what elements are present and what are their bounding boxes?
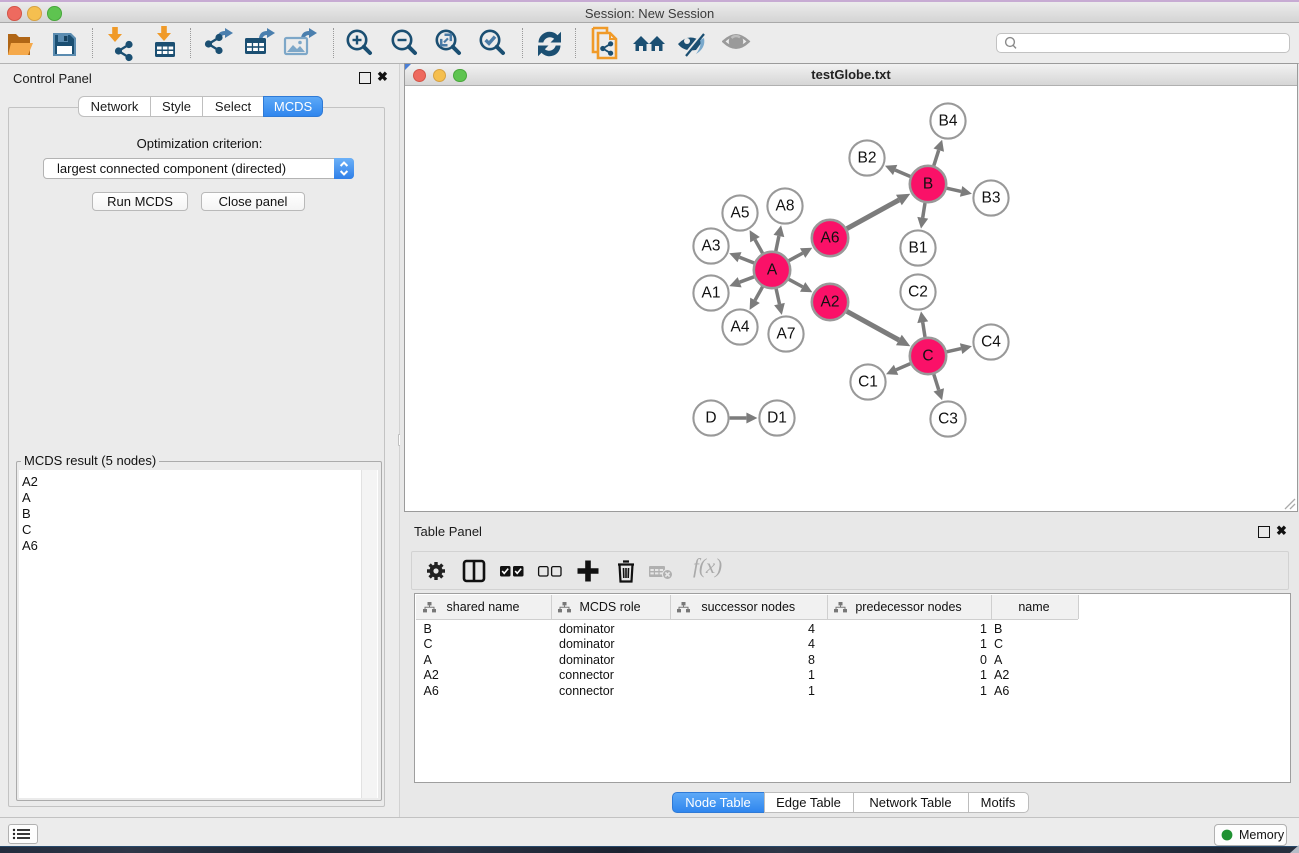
svg-text:C4: C4 xyxy=(981,334,1001,351)
svg-text:A2: A2 xyxy=(821,294,840,311)
svg-text:A7: A7 xyxy=(777,326,796,343)
svg-text:C: C xyxy=(922,348,933,365)
svg-text:A5: A5 xyxy=(731,205,750,222)
svg-text:A1: A1 xyxy=(702,285,721,302)
svg-text:B: B xyxy=(923,176,933,193)
svg-text:B1: B1 xyxy=(909,240,928,257)
svg-text:B2: B2 xyxy=(858,150,877,167)
svg-text:C1: C1 xyxy=(858,374,878,391)
svg-text:D: D xyxy=(705,410,716,427)
svg-text:A6: A6 xyxy=(821,230,840,247)
svg-text:A8: A8 xyxy=(776,198,795,215)
svg-text:D1: D1 xyxy=(767,410,787,427)
svg-text:C2: C2 xyxy=(908,284,928,301)
svg-text:A: A xyxy=(767,262,778,279)
svg-text:B3: B3 xyxy=(982,190,1001,207)
svg-text:B4: B4 xyxy=(939,113,958,130)
svg-text:A4: A4 xyxy=(731,319,750,336)
svg-text:C3: C3 xyxy=(938,411,958,428)
svg-text:A3: A3 xyxy=(702,238,721,255)
